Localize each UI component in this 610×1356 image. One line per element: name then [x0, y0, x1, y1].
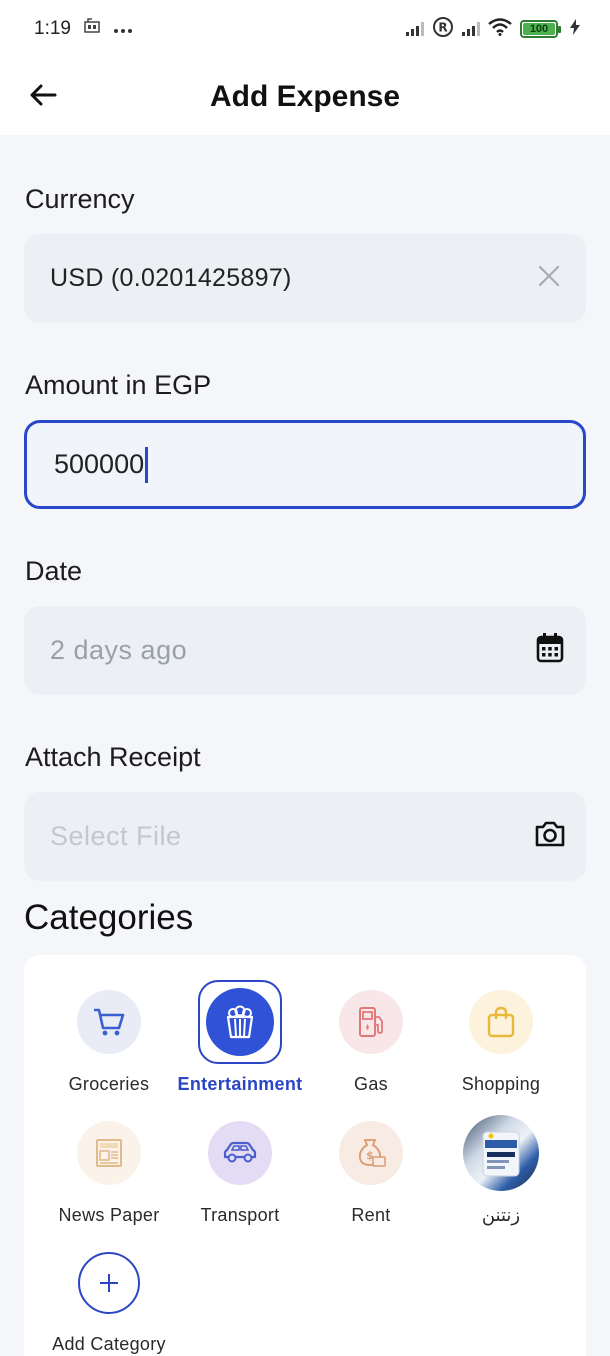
page-title: Add Expense — [209, 79, 401, 113]
back-button[interactable] — [26, 78, 60, 112]
svg-text:R: R — [438, 20, 447, 34]
selection-ring — [198, 980, 282, 1064]
more-dots-icon — [113, 18, 133, 40]
arrow-left-icon — [30, 84, 57, 106]
signal-icon-2 — [462, 22, 480, 36]
category-label: زنتنن — [481, 1205, 521, 1225]
close-icon[interactable] — [538, 265, 560, 292]
status-time: 1:19 — [34, 18, 71, 39]
category-shopping[interactable]: Shopping — [431, 990, 571, 1095]
wifi-icon — [488, 17, 512, 41]
category-label: Groceries — [68, 1074, 150, 1094]
app-bar: Add Expense — [0, 58, 610, 135]
category-news-paper[interactable]: News Paper — [39, 1121, 179, 1226]
category-entertainment[interactable]: Entertainment — [170, 980, 310, 1095]
category-rent[interactable]: $ Rent — [301, 1121, 441, 1226]
shopping-cart-icon — [77, 990, 141, 1054]
amount-label: Amount in EGP — [25, 370, 212, 400]
category-transport[interactable]: Transport — [170, 1121, 310, 1226]
receipt-field[interactable]: Select File — [24, 792, 586, 881]
categories-card: Groceries Entertainment Gas Shopping New… — [24, 955, 586, 1356]
category-label: Entertainment — [177, 1074, 303, 1094]
category-label: News Paper — [58, 1205, 160, 1225]
sim-card-icon — [83, 18, 101, 40]
currency-value: USD (0.0201425897) — [50, 264, 292, 292]
plus-icon — [78, 1252, 140, 1314]
newspaper-icon — [77, 1121, 141, 1185]
calendar-icon[interactable] — [536, 633, 564, 668]
car-icon — [208, 1121, 272, 1185]
custom-photo-icon — [463, 1115, 539, 1191]
currency-label: Currency — [25, 184, 135, 214]
category-label: Shopping — [461, 1074, 541, 1094]
amount-value: 500000 — [54, 449, 145, 479]
camera-icon[interactable] — [534, 820, 566, 853]
date-label: Date — [25, 556, 83, 586]
category-label: Gas — [354, 1074, 388, 1094]
receipt-label: Attach Receipt — [25, 742, 201, 772]
amount-input[interactable]: 500000 — [24, 420, 586, 509]
category-label: Transport — [200, 1205, 280, 1225]
category-groceries[interactable]: Groceries — [39, 990, 179, 1095]
category-gas[interactable]: Gas — [301, 990, 441, 1095]
date-placeholder: 2 days ago — [50, 635, 188, 665]
date-field[interactable]: 2 days ago — [24, 606, 586, 695]
status-bar: 1:19 R 100 — [0, 0, 610, 58]
popcorn-icon — [206, 988, 274, 1056]
add-category-button[interactable]: Add Category — [39, 1252, 179, 1355]
gas-pump-icon — [339, 990, 403, 1054]
categories-title: Categories — [24, 898, 194, 937]
money-bag-icon: $ — [339, 1121, 403, 1185]
category-label: Rent — [351, 1205, 391, 1225]
currency-field[interactable]: USD (0.0201425897) — [24, 234, 586, 323]
battery-icon: 100 — [520, 20, 561, 38]
registered-icon: R — [432, 16, 454, 43]
charging-icon — [570, 18, 580, 40]
shopping-bag-icon — [469, 990, 533, 1054]
category-custom[interactable]: زنتنن — [431, 1115, 571, 1226]
receipt-placeholder: Select File — [50, 821, 182, 851]
add-category-label: Add Category — [52, 1334, 166, 1354]
text-cursor — [145, 446, 149, 483]
signal-icon — [406, 22, 424, 36]
